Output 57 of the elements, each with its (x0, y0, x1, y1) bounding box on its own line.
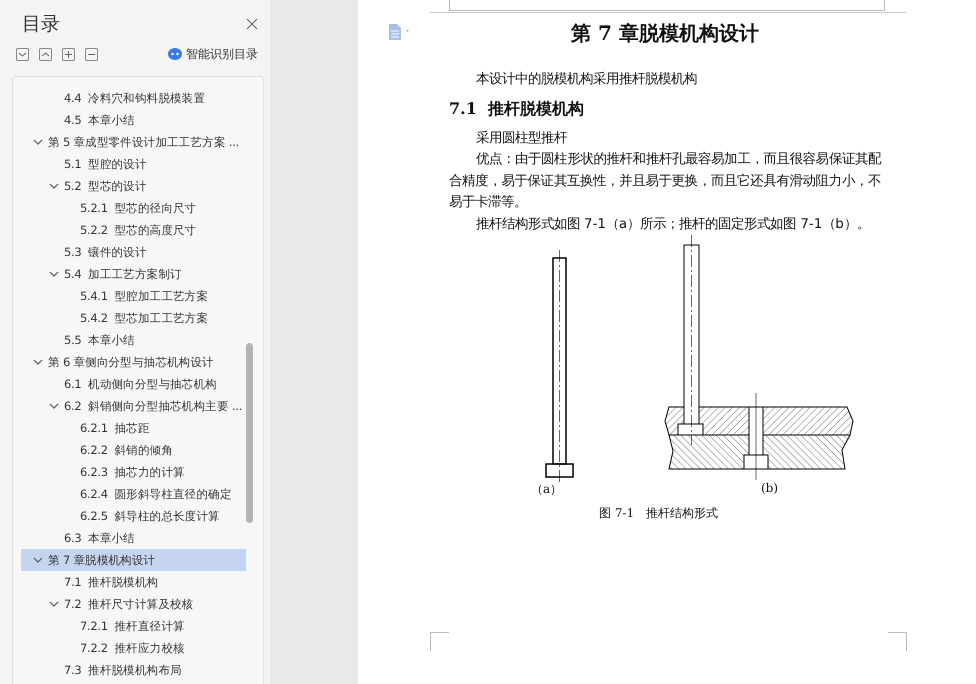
toc-item[interactable]: 7.1 推杆脱模机构 (21, 571, 246, 593)
toc-item[interactable]: 6.2.4 圆形斜导柱直径的确定 (21, 483, 246, 505)
toc-item[interactable]: 第 5 章成型零件设计加工工艺方案 ... (21, 131, 246, 153)
toc-item[interactable]: 第 6 章侧向分型与抽芯机构设计 (21, 351, 246, 373)
toc-item[interactable]: 5.3 镶件的设计 (21, 241, 246, 263)
toc-item[interactable]: 7.3 推杆脱模机构布局 (21, 659, 246, 681)
close-icon[interactable] (246, 18, 258, 30)
toc-item[interactable]: 6.2.5 斜导柱的总长度计算 (21, 505, 246, 527)
margin-mark (888, 632, 907, 651)
section-heading: 7.1 推杆脱模机构 (449, 98, 585, 120)
toc-item[interactable]: 5.2 型芯的设计 (21, 175, 246, 197)
scrollbar-thumb[interactable] (246, 343, 253, 523)
chevron-icon[interactable] (49, 181, 59, 191)
toc-item[interactable]: 5.2.1 型芯的径向尺寸 (21, 197, 246, 219)
body-paragraph: 推杆结构形式如图 7-1（a）所示；推杆的固定形式如图 7-1（b）。 (474, 216, 871, 234)
margin-mark (430, 632, 449, 651)
chevron-down-icon (18, 50, 27, 58)
toc-item[interactable]: 6.2.3 抽芯力的计算 (21, 461, 246, 483)
toc-item[interactable]: 6.2.1 抽芯距 (21, 417, 246, 439)
body-paragraph: 采用圆柱型推杆 (474, 130, 568, 148)
toc-item[interactable]: 5.4.2 型芯加工工艺方案 (21, 307, 246, 329)
chapter-title: 第 7 章脱模机构设计 (570, 20, 760, 46)
collapse-all-button[interactable] (39, 48, 52, 60)
figure-label: （a） (531, 481, 562, 498)
toc-item[interactable]: 6.1 机动侧向分型与抽芯机构 (21, 373, 246, 395)
toc-item[interactable]: 5.2.2 型芯的高度尺寸 (21, 219, 246, 241)
chevron-icon[interactable] (33, 357, 43, 367)
smart-toc-button[interactable]: 智能识别目录 (168, 46, 258, 62)
chevron-icon[interactable] (33, 555, 43, 565)
figure-caption: 图 7-1 推杆结构形式 (599, 505, 718, 522)
body-paragraph: 本设计中的脱模机构采用推杆脱模机构 (474, 70, 698, 89)
toc-item[interactable]: 6.2.2 斜销的倾角 (21, 439, 246, 461)
chevron-icon[interactable] (49, 401, 59, 411)
body-paragraph: 优点：由于圆柱形状的推杆和推杆孔最容易加工，而且很容易保证其配合精度，易于保证其互换性，并且易于更换，而且它还具有滑动阻力小，不易于卡滞等。 (449, 150, 881, 212)
toc-item[interactable]: 5.1 型腔的设计 (21, 153, 246, 175)
toc-item[interactable]: 6.2 斜销侧向分型抽芯机构主要 ... (21, 395, 246, 417)
chevron-icon[interactable] (49, 269, 59, 279)
add-button[interactable] (62, 48, 75, 60)
toc-item[interactable]: 4.4 冷料穴和钩料脱模装置 (21, 87, 246, 109)
toc-item[interactable]: 4.5 本章小结 (21, 109, 246, 131)
chevron-icon[interactable] (49, 599, 59, 609)
toc-item[interactable]: 7.2.2 推杆应力校核 (21, 637, 246, 659)
toc-item[interactable]: 7.2.1 推杆直径计算 (21, 615, 246, 637)
toc-item[interactable]: 5.4 加工工艺方案制订 (21, 263, 246, 285)
panel-title: 目录 (22, 12, 60, 37)
plus-icon (64, 50, 73, 58)
chevron-icon[interactable] (33, 137, 43, 147)
toc-item[interactable]: 5.4.1 型腔加工工艺方案 (21, 285, 246, 307)
toc-item[interactable]: 5.5 本章小结 (21, 329, 246, 351)
toc-item[interactable]: 6.3 本章小结 (21, 527, 246, 549)
expand-all-button[interactable] (16, 48, 29, 60)
chevron-up-icon (41, 50, 50, 58)
figure-label: (b) (761, 481, 778, 495)
remove-button[interactable] (85, 48, 98, 60)
robot-face-icon (168, 48, 182, 60)
toc-item[interactable]: 第 7 章脱模机构设计 (21, 549, 246, 571)
toc-item[interactable]: 7.2 推杆尺寸计算及校核 (21, 593, 246, 615)
